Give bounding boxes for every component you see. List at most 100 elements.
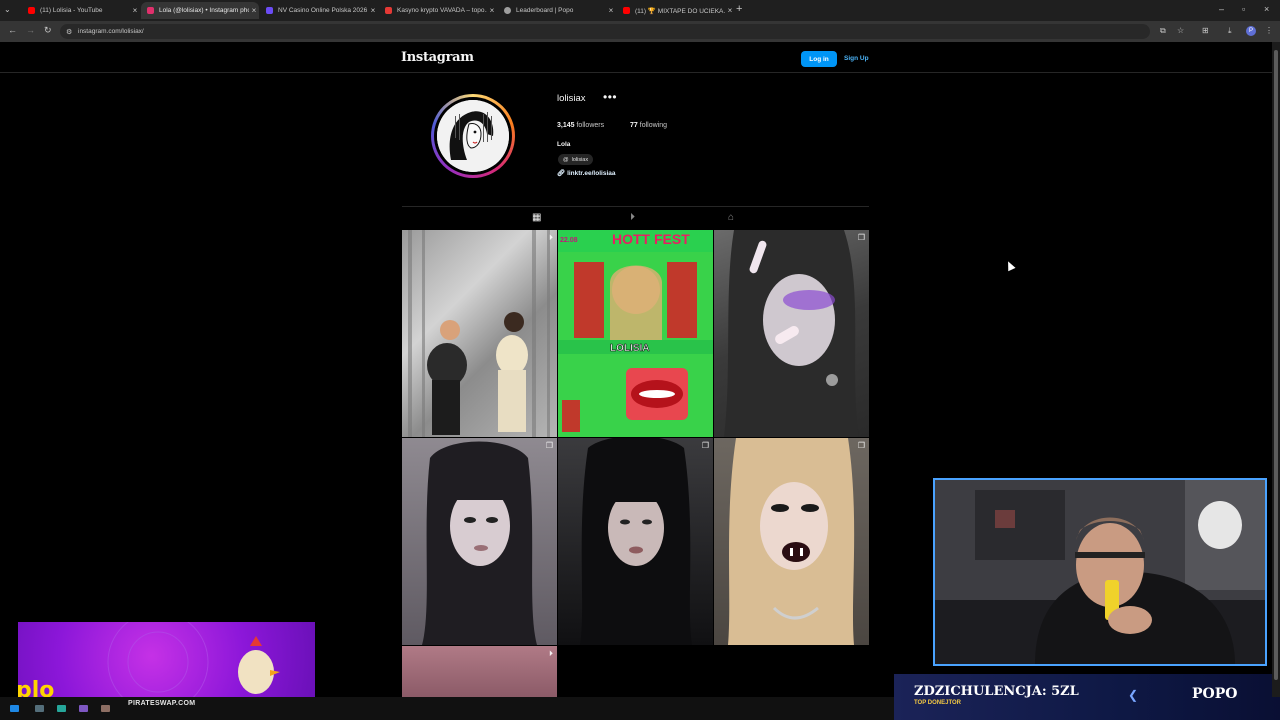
reload-icon[interactable]: ↻: [44, 25, 52, 36]
more-options-button[interactable]: •••: [603, 90, 617, 104]
taskbar-app-icon[interactable]: [79, 705, 88, 712]
login-button[interactable]: Log in: [801, 51, 837, 67]
address-bar[interactable]: ⚙ instagram.com/lolisiax/: [60, 24, 1150, 39]
tab-title: Lola (@lolisiax) • Instagram photos: [159, 7, 249, 14]
extensions-icon[interactable]: ⊞: [1202, 26, 1209, 35]
instagram-header: [0, 42, 1272, 73]
poster-date: 22.08: [560, 237, 578, 244]
poster-headline: HOTT FEST: [612, 231, 690, 247]
post-tile[interactable]: ❐: [558, 438, 713, 645]
url-text: instagram.com/lolisiax/: [78, 28, 144, 35]
tab-youtube[interactable]: (11) Lolisia - YouTube ×: [22, 2, 140, 19]
promo-text: plo: [18, 678, 55, 698]
followers-stat[interactable]: 3,145 followers: [557, 122, 604, 129]
taskbar-app-icon[interactable]: [35, 705, 44, 712]
grid-icon[interactable]: ▦: [532, 212, 541, 223]
tagged-icon[interactable]: ⌂: [728, 212, 734, 223]
reel-icon: ⏵: [549, 233, 553, 242]
tab-title: Leaderboard | Popo: [516, 7, 574, 14]
taskbar-app-icon[interactable]: [57, 705, 66, 712]
site-info-icon[interactable]: ⚙: [66, 28, 72, 36]
forward-icon[interactable]: →: [26, 25, 35, 35]
scrollbar-thumb[interactable]: [1274, 50, 1278, 680]
tab-nv-casino[interactable]: NV Casino Online Polska 2026 | ... ×: [260, 2, 378, 19]
browser-toolbar: ← → ↻ ⚙ instagram.com/lolisiax/ ⧉ ☆ ⊞ ⤓ …: [0, 21, 1280, 42]
donor-title: ZDZICHULENCJA: 5ZL: [914, 684, 1079, 699]
donor-subtitle: TOP DONEJTOR: [914, 700, 962, 706]
reel-icon: ⏵: [549, 649, 553, 658]
back-icon[interactable]: ←: [8, 25, 17, 35]
vavada-icon: [385, 7, 392, 14]
post-tile[interactable]: 22.08 HOTT FEST LOLISIA: [558, 230, 713, 437]
streamer-webcam: [933, 478, 1267, 666]
tab-title: (11) 🏆 MIXTAPE DO UCIEKA...: [635, 7, 725, 15]
carousel-icon: ❐: [545, 441, 553, 450]
bio-link[interactable]: 🔗︎ linktr.ee/lolisiaa: [557, 169, 615, 177]
close-tab-icon[interactable]: ×: [487, 6, 497, 15]
globe-icon: [504, 7, 511, 14]
promo-overlay: plo: [18, 622, 315, 698]
followers-count: 3,145: [557, 122, 575, 129]
windows-start-icon[interactable]: [10, 705, 19, 712]
casino-icon: [266, 7, 273, 14]
close-window-icon[interactable]: ×: [1264, 4, 1269, 14]
link-icon: 🔗︎: [557, 170, 568, 177]
maximize-icon[interactable]: ▫: [1242, 4, 1245, 14]
reels-icon[interactable]: ⏵: [630, 212, 635, 223]
threads-icon: @: [563, 156, 569, 163]
poster-name: LOLISIA: [610, 343, 649, 354]
taskbar-app-icon[interactable]: [101, 705, 110, 712]
tab-title: Kasyno krypto VAVADA – topo...: [397, 7, 487, 14]
new-tab-button[interactable]: +: [736, 3, 742, 15]
following-stat[interactable]: 77 following: [630, 122, 667, 129]
post-image: [580, 438, 692, 645]
profile-avatar[interactable]: [431, 94, 515, 178]
close-tab-icon[interactable]: ×: [130, 6, 140, 15]
following-count: 77: [630, 122, 638, 129]
promo-graphic: [107, 622, 280, 698]
top-donor-banner: ZDZICHULENCJA: 5ZL TOP DONEJTOR ❮ POPO: [894, 674, 1280, 720]
tab-title: NV Casino Online Polska 2026 | ...: [278, 7, 368, 14]
webcam-image: [935, 480, 1265, 664]
following-label: following: [639, 122, 667, 129]
streamer-name: POPO: [1192, 686, 1238, 702]
install-app-icon[interactable]: ⧉: [1160, 26, 1166, 36]
carousel-icon: ❐: [857, 441, 865, 450]
followers-label: followers: [576, 122, 605, 129]
carousel-icon: ❐: [701, 441, 709, 450]
close-tab-icon[interactable]: ×: [606, 6, 616, 15]
instagram-logo[interactable]: Instagram: [401, 50, 474, 65]
signup-link[interactable]: Sign Up: [844, 55, 869, 62]
profile-tabs: ▦ ⏵ ⌂: [402, 206, 869, 228]
downloads-icon[interactable]: ⤓: [1228, 26, 1232, 36]
tab-leaderboard[interactable]: Leaderboard | Popo ×: [498, 2, 616, 19]
close-tab-icon[interactable]: ×: [368, 6, 378, 15]
post-tile[interactable]: ❐: [402, 438, 557, 645]
browser-profile-avatar[interactable]: P: [1246, 26, 1256, 36]
avatar-image: [437, 100, 509, 172]
post-image: [728, 438, 855, 645]
browser-tab-strip: ⌄ (11) Lolisia - YouTube × Lola (@lolisi…: [0, 0, 1280, 21]
bookmark-star-icon[interactable]: ☆: [1177, 26, 1184, 35]
arrow-icon: ❮: [1128, 688, 1139, 702]
youtube-icon: [623, 7, 630, 14]
post-tile[interactable]: ❐: [714, 230, 869, 437]
tab-instagram[interactable]: Lola (@lolisiax) • Instagram photos ×: [141, 2, 259, 19]
post-image: [422, 441, 537, 645]
threads-badge[interactable]: @ lolisiax: [558, 154, 594, 165]
tab-search-icon[interactable]: ⌄: [4, 5, 11, 14]
minimize-icon[interactable]: –: [1219, 4, 1224, 14]
carousel-icon: ❐: [857, 233, 865, 242]
post-tile[interactable]: ⏵: [402, 646, 557, 698]
pirateswap-banner: PIRATESWAP.COM: [128, 700, 196, 707]
menu-kebab-icon[interactable]: ⋮: [1265, 26, 1273, 35]
tab-vavada[interactable]: Kasyno krypto VAVADA – topo... ×: [379, 2, 497, 19]
close-tab-icon[interactable]: ×: [725, 6, 735, 15]
tab-mixtape[interactable]: (11) 🏆 MIXTAPE DO UCIEKA... ×: [617, 2, 735, 19]
post-tile[interactable]: ⏵: [402, 230, 557, 437]
post-image: [724, 230, 859, 437]
post-tile[interactable]: ❐: [714, 438, 869, 645]
instagram-icon: [147, 7, 154, 14]
youtube-icon: [28, 7, 35, 14]
close-tab-icon[interactable]: ×: [249, 6, 259, 15]
